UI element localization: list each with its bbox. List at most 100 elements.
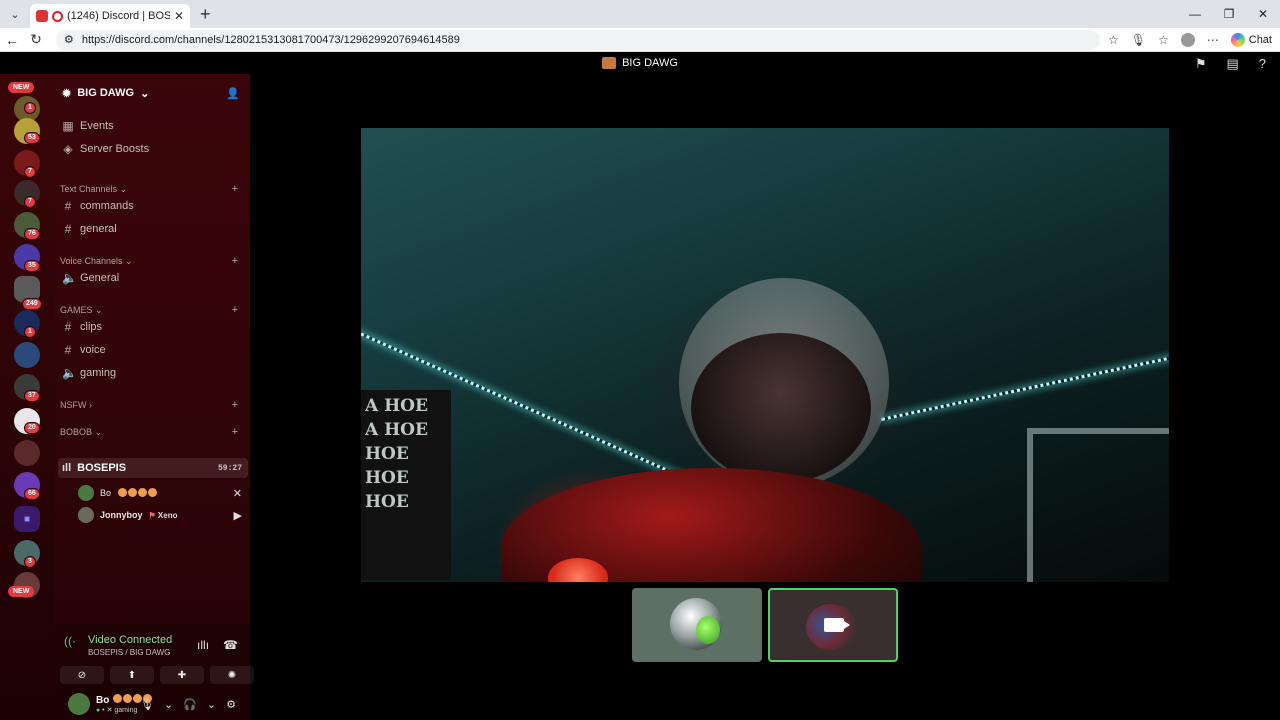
participant-tile-jonnyboy[interactable]	[768, 588, 898, 662]
restore-icon[interactable]: ❐	[1212, 0, 1246, 28]
person-face	[691, 333, 871, 483]
boosts-label: Server Boosts	[80, 143, 150, 155]
browser-tab[interactable]: (1246) Discord | BOSEPIS | BIG ✕	[30, 4, 190, 28]
channel-label: BOSEPIS	[77, 462, 127, 474]
category-text-channels[interactable]: Text Channels ⌄ +	[60, 182, 244, 196]
mention-badge: 53	[24, 132, 40, 144]
hashtag-icon: #	[64, 199, 72, 213]
profile-avatar[interactable]	[1180, 32, 1195, 47]
window-controls: — ❐ ✕	[1178, 0, 1280, 28]
favorites-icon[interactable]: ☆	[1158, 33, 1169, 47]
discord-title-bar: BIG DAWG	[0, 52, 1280, 74]
copilot-icon	[1230, 32, 1245, 47]
activities-button[interactable]: ✚	[160, 666, 204, 684]
user-controls: 🎙 ⌄ 🎧 ⌄ ⚙	[140, 698, 236, 711]
server-header[interactable]: ✹ BIG DAWG ⌄ 👤	[62, 80, 246, 106]
soundboard-button[interactable]: ✺	[210, 666, 254, 684]
chat-label: Chat	[1248, 33, 1272, 46]
voice-user-jonnyboy[interactable]: Jonnyboy ⚑ Xeno ▶	[78, 506, 246, 524]
channel-label: general	[80, 223, 117, 235]
hashtag-icon: #	[64, 222, 72, 236]
voice-channel-bosepis[interactable]: ıll BOSEPIS 59:27	[58, 458, 248, 478]
favorite-star-icon[interactable]: ☆	[1108, 33, 1119, 47]
channel-voice[interactable]: # voice	[60, 340, 246, 360]
channel-commands[interactable]: # commands	[60, 196, 246, 216]
settings-gear-icon[interactable]: ⚙	[226, 698, 236, 711]
help-icon[interactable]: ?	[1259, 56, 1266, 72]
back-icon[interactable]: ←	[0, 28, 24, 52]
title-bar-tools: ⚑ ▤ ?	[1195, 56, 1266, 72]
create-channel-icon[interactable]: +	[232, 255, 238, 267]
create-channel-icon[interactable]: +	[232, 399, 238, 411]
headphones-icon[interactable]: 🎧	[183, 698, 197, 711]
microphone-icon[interactable]: 🎙	[140, 698, 154, 711]
chevron-down-icon[interactable]: ⌄	[164, 698, 173, 711]
refresh-icon[interactable]: ↻	[24, 28, 48, 52]
new-badge: NEW	[8, 82, 35, 93]
channel-label: clips	[80, 321, 103, 333]
mention-badge: 66	[24, 488, 40, 500]
voice-activity-icon: ıll	[62, 462, 72, 474]
server-list: NEW 1 53 7 7 76 35 249 1 37 20 66 ■ 3 NE…	[0, 74, 54, 720]
mention-badge: 20	[24, 422, 40, 434]
main-video-stream[interactable]: A HOE A HOE HOE HOE HOE	[361, 128, 1169, 582]
category-bobob[interactable]: BOBOB ⌄ +	[60, 425, 244, 439]
screen-share-button[interactable]: ⬆	[110, 666, 154, 684]
voice-timer: 59:27	[217, 463, 242, 473]
mention-badge: 1	[24, 326, 36, 338]
new-tab-button[interactable]: +	[200, 4, 211, 25]
voice-status-text[interactable]: Video Connected	[88, 634, 172, 646]
signal-icon[interactable]: ((·	[64, 634, 76, 657]
led-strip-right	[880, 355, 1169, 421]
server-boosts-item[interactable]: ◈ Server Boosts	[60, 139, 246, 159]
server-icon-12[interactable]	[14, 440, 40, 466]
tab-list-dropdown-icon[interactable]: ⌄	[4, 3, 26, 25]
create-channel-icon[interactable]: +	[232, 304, 238, 316]
more-menu-icon[interactable]: ⋯	[1207, 33, 1219, 47]
voice-channel-general[interactable]: 🔈 General	[60, 268, 246, 288]
server-icon-9[interactable]	[14, 342, 40, 368]
folder-icon[interactable]: ■	[14, 506, 40, 532]
user-tag: ⚑ Xeno	[148, 510, 178, 520]
events-item[interactable]: ▦ Events	[60, 116, 246, 136]
voice-user-bo[interactable]: Bo ✕	[78, 484, 246, 502]
close-tab-icon[interactable]: ✕	[174, 9, 184, 23]
site-info-icon[interactable]: ⚙	[64, 33, 74, 46]
copilot-chat-button[interactable]: Chat	[1230, 32, 1272, 47]
camera-toggle-button[interactable]: ⊘	[60, 666, 104, 684]
minimize-icon[interactable]: —	[1178, 0, 1212, 28]
channel-clips[interactable]: # clips	[60, 317, 246, 337]
user-avatar[interactable]	[68, 693, 90, 715]
calendar-icon: ▦	[62, 119, 74, 133]
category-voice-channels[interactable]: Voice Channels ⌄ +	[60, 254, 244, 268]
avatar-frog	[696, 616, 720, 644]
hashtag-icon: #	[64, 320, 72, 334]
voice-user-name: Jonnyboy	[100, 510, 143, 520]
events-label: Events	[80, 120, 114, 132]
disconnect-icon[interactable]: ☎	[223, 638, 238, 652]
participant-tile-bo[interactable]	[632, 588, 762, 662]
read-aloud-icon[interactable]: 🎙	[1131, 33, 1146, 47]
category-games[interactable]: GAMES ⌄ +	[60, 303, 244, 317]
voice-channel-gaming[interactable]: 🔈 gaming	[60, 363, 246, 383]
browser-toolbar: ☆ 🎙 ☆ ⋯ Chat	[1100, 32, 1280, 47]
server-verified-icon: ✹	[62, 87, 72, 100]
close-window-icon[interactable]: ✕	[1246, 0, 1280, 28]
chevron-down-icon: ⌄	[140, 87, 150, 100]
create-channel-icon[interactable]: +	[232, 183, 238, 195]
user-panel: Bo ● • ✕ gaming 🎙 ⌄ 🎧 ⌄ ⚙	[54, 688, 250, 720]
speaker-icon: 🔈	[62, 366, 77, 380]
invite-people-icon[interactable]: 👤	[226, 87, 240, 100]
wall-poster: A HOE A HOE HOE HOE HOE	[361, 390, 451, 580]
inbox-icon[interactable]: ▤	[1226, 56, 1238, 72]
chevron-down-icon[interactable]: ⌄	[207, 698, 216, 711]
category-nsfw[interactable]: NSFW › +	[60, 398, 244, 412]
voice-panel-icons: ıllı ☎	[197, 638, 238, 652]
create-channel-icon[interactable]: +	[232, 426, 238, 438]
url-field[interactable]: ⚙ https://discord.com/channels/128021531…	[56, 29, 1100, 50]
browser-tab-bar: ⌄ (1246) Discord | BOSEPIS | BIG ✕ + — ❐…	[0, 0, 1280, 28]
noise-suppression-icon[interactable]: ıllı	[197, 638, 209, 652]
channel-general[interactable]: # general	[60, 219, 246, 239]
mention-badge: 76	[24, 228, 40, 240]
flag-icon[interactable]: ⚑	[1195, 56, 1207, 72]
